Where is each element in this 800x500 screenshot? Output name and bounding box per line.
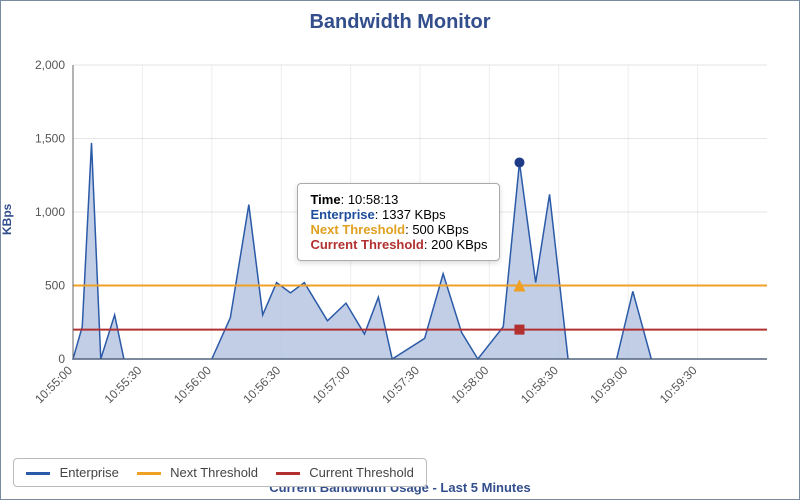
highlight-square-icon	[514, 325, 524, 335]
tooltip-current-label: Current Threshold	[310, 237, 423, 252]
svg-text:10:57:00: 10:57:00	[310, 363, 353, 406]
legend-label-next: Next Threshold	[170, 465, 258, 480]
tooltip-current-value: 200 KBps	[431, 237, 487, 252]
tooltip-next-value: 500 KBps	[412, 222, 468, 237]
svg-text:10:59:30: 10:59:30	[657, 363, 700, 406]
tooltip-enterprise-label: Enterprise	[310, 207, 374, 222]
legend-swatch-current	[276, 472, 300, 475]
svg-text:500: 500	[45, 279, 65, 293]
svg-text:10:58:00: 10:58:00	[449, 363, 492, 406]
y-axis-label: KBps	[0, 204, 14, 235]
legend-label-current: Current Threshold	[309, 465, 414, 480]
chart-tooltip: Time: 10:58:13 Enterprise: 1337 KBps Nex…	[297, 183, 500, 261]
legend-swatch-enterprise	[26, 472, 50, 475]
svg-text:10:56:30: 10:56:30	[240, 363, 283, 406]
svg-text:2,000: 2,000	[35, 58, 65, 72]
chart-title: Bandwidth Monitor	[1, 1, 799, 34]
svg-text:10:56:00: 10:56:00	[171, 363, 214, 406]
tooltip-time-label: Time	[310, 192, 340, 207]
legend-swatch-next	[137, 472, 161, 475]
highlight-dot-icon	[514, 157, 524, 167]
svg-text:10:55:30: 10:55:30	[102, 363, 145, 406]
legend-label-enterprise: Enterprise	[60, 465, 119, 480]
svg-text:10:59:00: 10:59:00	[587, 363, 630, 406]
svg-text:10:55:00: 10:55:00	[32, 363, 75, 406]
chart-legend: Enterprise Next Threshold Current Thresh…	[13, 458, 427, 487]
tooltip-enterprise-value: 1337 KBps	[382, 207, 446, 222]
svg-text:1,500: 1,500	[35, 132, 65, 146]
tooltip-next-label: Next Threshold	[310, 222, 405, 237]
svg-text:10:57:30: 10:57:30	[379, 363, 422, 406]
svg-text:10:58:30: 10:58:30	[518, 363, 561, 406]
bandwidth-monitor-panel: Bandwidth Monitor KBps 05001,0001,5002,0…	[0, 0, 800, 500]
svg-text:1,000: 1,000	[35, 205, 65, 219]
tooltip-time-value: 10:58:13	[348, 192, 399, 207]
